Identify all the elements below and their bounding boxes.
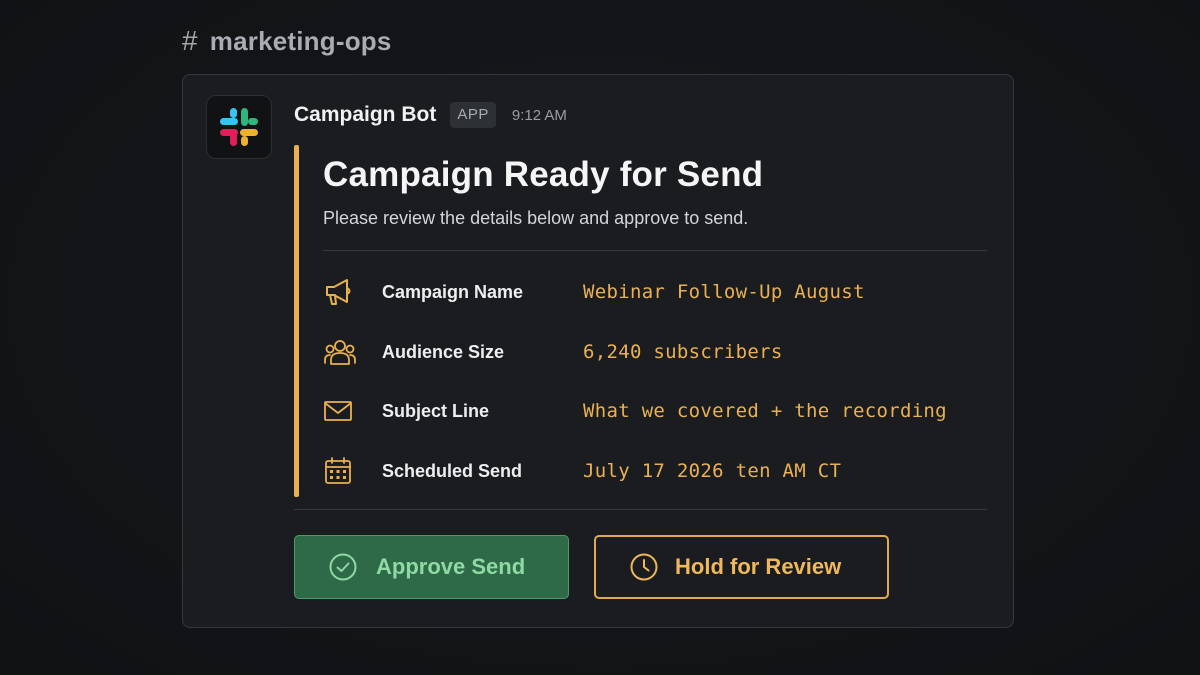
channel-name[interactable]: marketing-ops (210, 26, 392, 57)
message-timestamp[interactable]: 9:12 AM (512, 107, 567, 124)
field-row-audience-size: Audience Size 6,240 subscribers (323, 332, 987, 372)
megaphone-icon (323, 274, 361, 310)
field-label: Campaign Name (382, 281, 524, 302)
hash-icon: # (182, 25, 198, 56)
app-badge: APP (450, 102, 496, 128)
clock-icon (629, 552, 659, 582)
channel-header[interactable]: # marketing-ops (182, 24, 392, 58)
actions-divider (294, 509, 987, 510)
attachment-divider (323, 250, 987, 251)
attachment-title: Campaign Ready for Send (323, 155, 764, 194)
field-label: Scheduled Send (382, 460, 523, 481)
field-row-subject-line: Subject Line What we covered + the recor… (323, 391, 987, 431)
field-label: Subject Line (382, 400, 490, 421)
hold-for-review-button[interactable]: Hold for Review (594, 535, 889, 599)
field-value: Webinar Follow-Up August (583, 281, 865, 303)
check-circle-icon (328, 552, 358, 582)
bot-avatar[interactable] (206, 95, 272, 159)
slack-logo-icon (220, 108, 258, 146)
envelope-icon (323, 393, 361, 429)
field-value: 6,240 subscribers (583, 341, 783, 363)
field-value: July 17 2026 ten AM CT (583, 460, 842, 482)
approve-send-button[interactable]: Approve Send (294, 535, 569, 599)
bot-name[interactable]: Campaign Bot (294, 103, 436, 127)
field-label: Audience Size (382, 341, 505, 362)
calendar-icon (323, 453, 361, 489)
message-header: Campaign Bot APP 9:12 AM (294, 100, 567, 130)
attachment-accent-bar (294, 145, 299, 497)
field-row-campaign-name: Campaign Name Webinar Follow-Up August (323, 272, 987, 312)
message-card: Campaign Bot APP 9:12 AM Campaign Ready … (182, 74, 1014, 628)
attachment-subtitle: Please review the details below and appr… (323, 208, 749, 228)
field-value: What we covered + the recording (583, 400, 947, 422)
users-icon (323, 334, 361, 370)
hold-for-review-label: Hold for Review (675, 554, 842, 579)
approve-send-label: Approve Send (376, 554, 526, 579)
campaign-attachment: Campaign Ready for Send Please review th… (294, 145, 987, 497)
field-row-scheduled-send: Scheduled Send July 17 2026 ten AM CT (323, 451, 987, 491)
